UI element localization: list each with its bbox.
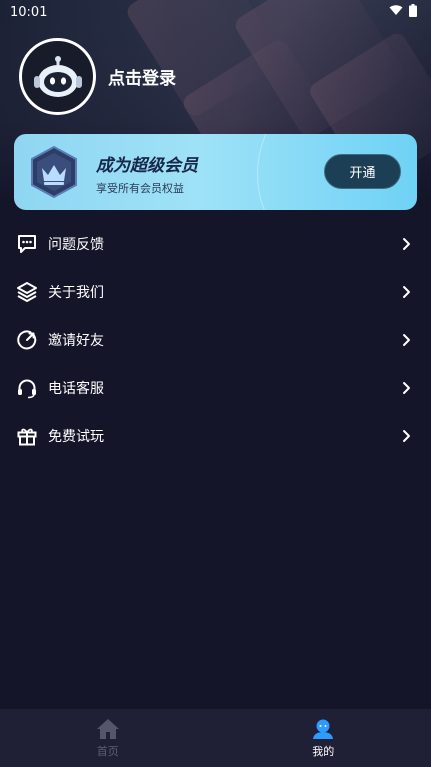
crown-badge-icon — [31, 146, 77, 198]
chevron-right-icon — [403, 334, 410, 346]
vip-subtitle: 享受所有会员权益 — [96, 182, 184, 195]
vip-banner[interactable]: 成为超级会员 享受所有会员权益 开通 — [14, 134, 417, 210]
menu-item-invite-friends[interactable]: 邀请好友 — [0, 316, 431, 364]
vip-title: 成为超级会员 — [96, 156, 198, 176]
chevron-right-icon — [403, 382, 410, 394]
chevron-right-icon — [403, 238, 410, 250]
avatar[interactable] — [19, 38, 96, 115]
chevron-right-icon — [403, 430, 410, 442]
home-icon — [96, 718, 119, 739]
status-time: 10:01 — [10, 4, 48, 20]
profile-header[interactable]: 点击登录 — [19, 38, 176, 115]
wifi-icon — [389, 4, 403, 20]
menu-item-free-trial[interactable]: 免费试玩 — [0, 412, 431, 460]
feedback-icon — [15, 232, 39, 256]
headset-icon — [15, 376, 39, 400]
menu-list: 问题反馈 关于我们 邀请好友 电话客服 免费试玩 — [0, 220, 431, 460]
menu-item-phone-support[interactable]: 电话客服 — [0, 364, 431, 412]
menu-item-about-us[interactable]: 关于我们 — [0, 268, 431, 316]
status-bar: 10:01 — [0, 0, 431, 24]
bottom-tab-bar: 首页 我的 — [0, 709, 431, 767]
menu-item-label: 关于我们 — [48, 285, 104, 301]
robot-avatar-icon — [33, 55, 82, 97]
menu-item-label: 免费试玩 — [48, 429, 104, 445]
tab-label: 我的 — [312, 744, 335, 758]
tab-label: 首页 — [96, 744, 119, 758]
battery-icon — [409, 3, 417, 21]
invite-icon — [15, 328, 39, 352]
menu-item-label: 问题反馈 — [48, 237, 104, 253]
tab-home[interactable]: 首页 — [0, 709, 216, 767]
login-prompt[interactable]: 点击登录 — [108, 64, 176, 89]
tab-profile[interactable]: 我的 — [216, 709, 431, 767]
menu-item-label: 邀请好友 — [48, 333, 104, 349]
activate-vip-button[interactable]: 开通 — [324, 154, 401, 189]
menu-item-label: 电话客服 — [48, 381, 104, 397]
layers-icon — [15, 280, 39, 304]
chevron-right-icon — [403, 286, 410, 298]
menu-item-feedback[interactable]: 问题反馈 — [0, 220, 431, 268]
gift-icon — [15, 424, 39, 448]
user-icon — [313, 719, 334, 739]
